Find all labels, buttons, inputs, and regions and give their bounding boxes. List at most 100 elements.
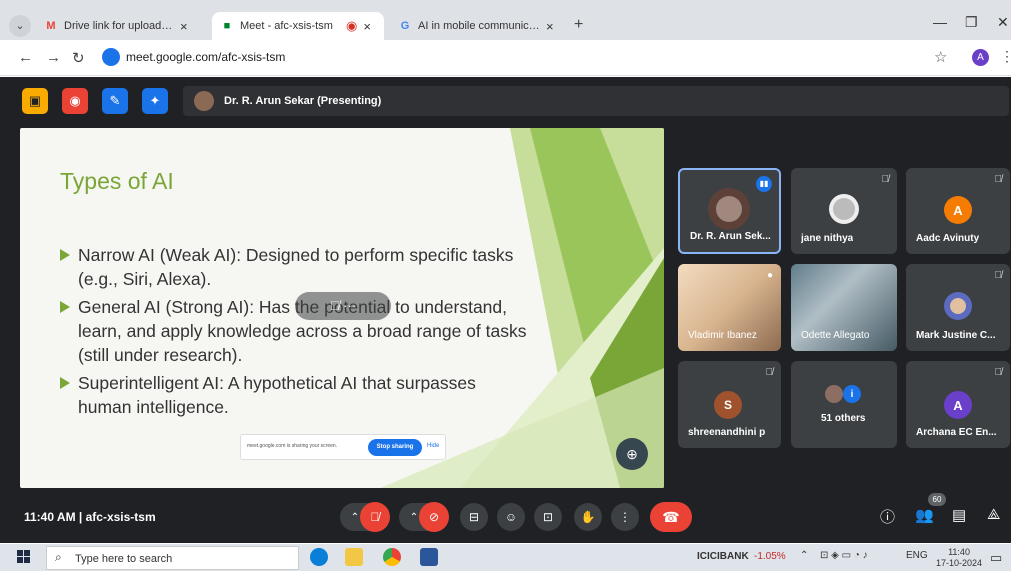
menu-dots-icon[interactable]: ⋮ [1000,48,1011,65]
participant-count-badge: 60 [928,493,946,506]
word-icon[interactable] [420,548,438,566]
more-options-button[interactable]: ⋮ [611,503,639,531]
participant-tile[interactable]: ▮▮ Dr. R. Arun Sek... [678,168,781,254]
people-icon[interactable]: 👥 [915,506,934,524]
minimize-icon[interactable]: — [933,14,947,30]
shared-slide: Types of AI Narrow AI (Weak AI): Designe… [20,128,664,488]
participant-tile[interactable]: 🎙̸ jane nithya [791,168,897,254]
avatar [944,292,972,320]
mic-off-icon: 🎙̸ [994,270,1003,281]
participant-tile[interactable]: A 🎙̸ Aadc Avinuty [906,168,1010,254]
close-icon[interactable]: × [363,19,371,34]
end-call-button[interactable]: ☎ [650,502,692,532]
participant-name: shreenandhini p [688,427,766,438]
tab-gmail[interactable]: M Drive link for uploading CIA ans × [36,12,196,40]
slide-bullet: Superintelligent AI: A hypothetical AI t… [60,371,530,419]
chrome-icon[interactable] [383,548,401,566]
windows-start-icon[interactable] [17,550,30,563]
speaking-icon: ▮▮ [756,176,772,192]
effects-icon[interactable]: ✦ [142,88,168,114]
clock-time: 11:40 [948,547,970,557]
participant-name: Archana EC En... [916,427,997,438]
share-notice-text: meet.google.com is sharing your screen. [247,443,338,449]
screen-share-notice: meet.google.com is sharing your screen. … [240,434,446,460]
participant-name: Mark Justine C... [916,330,996,341]
meeting-id: 11:40 AM | afc-xsis-tsm [24,510,156,524]
mic-off-icon: 🎙̸ [994,174,1003,185]
tab-meet[interactable]: ■ Meet - afc-xsis-tsm ◉ × [212,12,384,40]
back-icon[interactable]: ← [18,49,33,66]
participant-tile[interactable]: ● Vladimir Ibanez [678,264,781,351]
reload-icon[interactable]: ↻ [72,49,85,67]
presenter-avatar [194,91,214,111]
forward-icon[interactable]: → [46,49,61,66]
tray-chevron-icon[interactable]: ⌃ [800,550,808,561]
avatar [708,188,750,230]
captions-button[interactable]: ⊟ [460,503,488,531]
language-indicator[interactable]: ENG [906,550,928,561]
zoom-icon[interactable]: ⊕ [616,438,648,470]
activities-icon[interactable]: ⟁ [987,506,1000,523]
restore-icon[interactable]: ❐ [965,14,978,31]
participant-tile[interactable]: Odette Allegato [791,264,897,351]
clock-date: 17-10-2024 [936,558,983,568]
participant-tile[interactable]: 🎙̸ Mark Justine C... [906,264,1010,351]
tab-search-icon[interactable]: ⌄ [9,15,31,37]
gmail-icon: M [46,20,56,32]
edge-icon[interactable] [310,548,328,566]
slide-bullets: Narrow AI (Weak AI): Designed to perform… [60,243,530,423]
record-icon[interactable]: ◉ [62,88,88,114]
chat-icon[interactable]: ▤ [952,506,966,524]
taskbar-search[interactable]: ⌕ Type here to search [46,546,299,570]
info-icon[interactable]: ⓘ [880,506,895,527]
avatar: i [843,385,861,403]
avatar [829,194,859,224]
presenter-label: Dr. R. Arun Sekar (Presenting) [224,95,382,107]
url-field[interactable]: meet.google.com/afc-xsis-tsm [126,50,285,64]
mic-off-button[interactable]: 🎙̸ [360,502,390,532]
new-tab-icon[interactable]: + [574,16,583,34]
bookmark-star-icon[interactable]: ☆ [934,48,947,66]
notification-icon[interactable]: ▭ [990,550,1002,566]
tab-label: AI in mobile communication - N [418,20,540,32]
stock-name[interactable]: ICICIBANK [697,551,749,562]
profile-avatar[interactable]: A [972,49,989,66]
mic-off-icon: ● [766,270,773,281]
participant-name: Dr. R. Arun Sek... [690,231,771,242]
slide-bullet: Narrow AI (Weak AI): Designed to perform… [60,243,530,291]
participant-name: Aadc Avinuty [916,233,980,244]
avatar: A [944,196,972,224]
present-button[interactable]: ⊡ [534,503,562,531]
muted-mic-overlay-icon: 🎙̸ ··· [295,292,391,320]
close-icon[interactable]: × [546,19,554,34]
site-info-icon[interactable] [102,48,120,66]
tab-ai-mobile[interactable]: G AI in mobile communication - N × [390,12,562,40]
window-close-icon[interactable]: ✕ [997,14,1009,31]
avatar [825,385,843,403]
google-icon: G [400,20,410,32]
emoji-button[interactable]: ☺ [497,503,525,531]
participant-name: Odette Allegato [801,330,870,341]
tab-label: Drive link for uploading CIA ans [64,20,174,32]
participant-tile[interactable]: S 🎙̸ shreenandhini p [678,361,781,448]
stock-change: -1.05% [754,551,786,562]
participant-name: Vladimir Ibanez [688,330,757,341]
slide-title: Types of AI [60,168,174,194]
stop-sharing-button[interactable]: Stop sharing [368,439,422,456]
avatar: A [944,391,972,419]
search-placeholder: Type here to search [75,553,173,565]
participant-tile[interactable]: A 🎙̸ Archana EC En... [906,361,1010,448]
tray-icons[interactable]: ⊡ ◈ ▭ ◔ ♪ [820,550,868,561]
raise-hand-button[interactable]: ✋ [574,503,602,531]
present-off-icon[interactable]: ▣ [22,88,48,114]
close-icon[interactable]: × [180,19,188,34]
camera-off-button[interactable]: ⊘ [419,502,449,532]
hide-button[interactable]: Hide [427,443,439,449]
participant-tile[interactable]: i 51 others [791,361,897,448]
system-clock[interactable]: 11:40 17-10-2024 [936,547,982,569]
edit-icon[interactable]: ✎ [102,88,128,114]
mic-off-icon: 🎙̸ [881,174,890,185]
avatar: S [714,391,742,419]
file-explorer-icon[interactable] [345,548,363,566]
search-icon: ⌕ [55,550,62,564]
